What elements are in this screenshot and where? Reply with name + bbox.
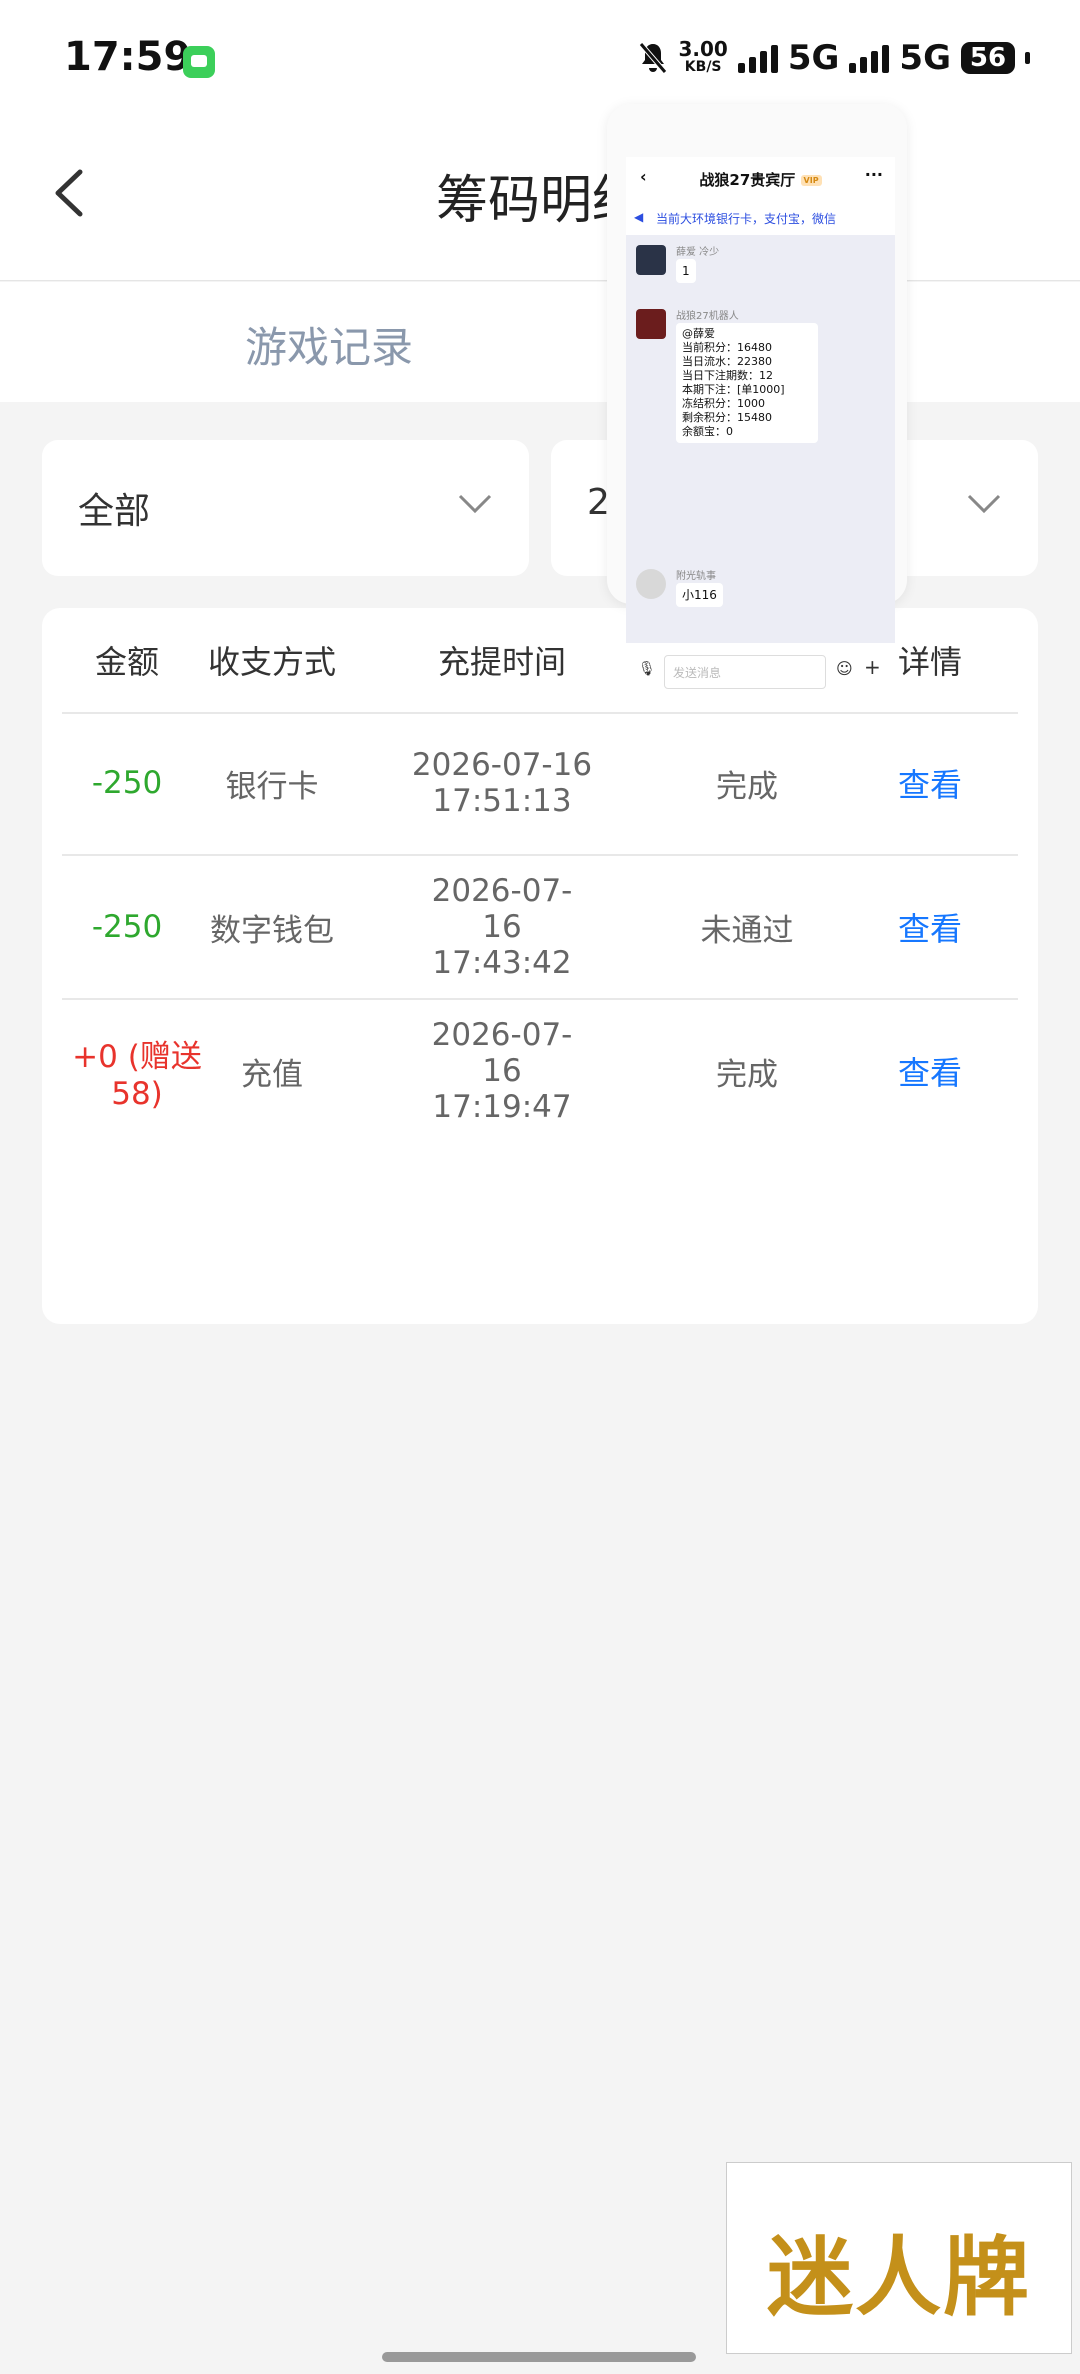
emoji-icon[interactable]: ☺	[836, 659, 853, 678]
method-cell: 数字钱包	[210, 912, 334, 949]
header-method: 收支方式	[207, 643, 336, 681]
bot-line: 本期下注：[单1000]	[682, 383, 785, 396]
time-cell: 2026-07-16 17:51:13	[411, 747, 593, 819]
bot-message-bubble: @薛爱 当前积分：16480 当日流水：22380 当日下注期数：12 本期下注…	[676, 323, 818, 443]
chat-input-bar: 🎙 发送消息 ☺ +	[626, 643, 895, 697]
chevron-down-icon	[967, 494, 1001, 514]
avatar	[636, 245, 666, 275]
chat-notice[interactable]: ◀ 当前大环境银行卡，支付宝，微信	[626, 201, 895, 235]
bot-line: 当日流水：22380	[682, 355, 772, 368]
floating-chat-window[interactable]: ‹ 战狼27贵宾厅 VIP ··· ◀ 当前大环境银行卡，支付宝，微信 薛爱 冷…	[607, 104, 907, 697]
notice-text: 当前大环境银行卡，支付宝，微信	[656, 212, 837, 226]
type-filter-dropdown[interactable]: 全部	[42, 440, 529, 576]
messages-app-icon	[183, 46, 215, 78]
brand-text: 迷人牌	[767, 2227, 1031, 2328]
bot-line: @薛爱	[682, 327, 715, 340]
more-icon[interactable]: ···	[865, 165, 883, 184]
page-title: 筹码明细	[435, 171, 644, 231]
message-bubble: 1	[676, 259, 696, 283]
speaker-icon: ◀	[634, 210, 644, 224]
status-icons: 3.00 KB/S 5G 5G 56	[638, 38, 1030, 78]
header-amount: 金额	[94, 643, 159, 681]
microphone-icon[interactable]: 🎙	[638, 661, 656, 677]
battery-level: 56	[969, 43, 1007, 73]
chat-title: 战狼27贵宾厅	[699, 171, 796, 189]
bot-line: 冻结积分：1000	[682, 397, 765, 410]
view-link[interactable]: 查看	[842, 856, 1018, 998]
message-input[interactable]: 发送消息	[664, 655, 826, 689]
status-bar: 17:59 3.00 KB/S 5G 5G 56	[0, 0, 1080, 110]
time-cell: 2026-07-16 17:43:42	[431, 873, 573, 981]
network-speed-value: 3.00	[678, 37, 728, 61]
bot-line: 当前积分：16480	[682, 341, 772, 354]
time-cell: 2026-07-16 17:19:47	[431, 1017, 573, 1125]
network-speed: 3.00 KB/S	[678, 37, 728, 76]
method-cell: 银行卡	[225, 768, 319, 805]
table-row: -250 数字钱包 2026-07-16 17:43:42 未通过 查看	[62, 856, 1018, 1000]
sender-name: 附光轨事	[676, 571, 716, 582]
bot-line: 余额宝：0	[682, 425, 733, 438]
signal-icon	[737, 43, 778, 73]
signal-icon	[849, 43, 890, 73]
brand-logo: 迷人牌	[726, 2162, 1072, 2354]
sim1-network: 5G	[787, 38, 840, 78]
method-cell: 充值	[241, 1056, 303, 1093]
chevron-down-icon	[458, 494, 492, 514]
bot-line: 当日下注期数：12	[682, 369, 773, 382]
chat-topbar: ‹ 战狼27贵宾厅 VIP ···	[626, 157, 895, 201]
view-link[interactable]: 查看	[842, 712, 1018, 854]
message-bubble: 小116	[676, 583, 723, 607]
sender-name: 战狼27机器人	[676, 311, 739, 322]
table-row: +0 (赠送58) 充值 2026-07-16 17:19:47 完成 查看	[62, 1000, 1018, 1142]
tab-game-records[interactable]: 游戏记录	[245, 314, 413, 375]
records-table: 金额 收支方式 充提时间 状态 详情 -250 银行卡 2026-07-16 1…	[42, 608, 1038, 1324]
tab-bar: 游戏记录	[0, 282, 1080, 402]
view-link[interactable]: 查看	[842, 1000, 1018, 1142]
status-cell: 完成	[716, 1056, 778, 1093]
page-header: 筹码明细	[0, 110, 1080, 281]
status-cell: 未通过	[700, 912, 794, 949]
bot-line: 剩余积分：15480	[682, 411, 772, 424]
sender-name: 薛爱 冷少	[676, 247, 720, 258]
amount-cell: -250	[91, 909, 163, 945]
bell-muted-icon	[639, 42, 668, 74]
avatar	[636, 309, 666, 339]
type-filter-value: 全部	[78, 491, 151, 532]
table-row: -250 银行卡 2026-07-16 17:51:13 完成 查看	[62, 712, 1018, 856]
amount-cell: -250	[91, 765, 163, 801]
status-time: 17:59	[64, 34, 192, 80]
vip-badge: VIP	[800, 175, 822, 186]
battery-icon: 56	[961, 42, 1015, 74]
home-indicator[interactable]	[382, 2352, 696, 2362]
battery-nub	[1025, 52, 1030, 64]
header-time: 充提时间	[437, 643, 566, 681]
input-placeholder: 发送消息	[673, 666, 722, 680]
plus-icon[interactable]: +	[864, 655, 881, 679]
avatar	[636, 569, 666, 599]
chat-screen: ‹ 战狼27贵宾厅 VIP ··· ◀ 当前大环境银行卡，支付宝，微信 薛爱 冷…	[626, 157, 895, 697]
network-speed-unit: KB/S	[684, 59, 722, 75]
status-cell: 完成	[716, 768, 778, 805]
sim2-network: 5G	[899, 38, 951, 78]
amount-cell: +0 (赠送58)	[72, 1038, 202, 1112]
